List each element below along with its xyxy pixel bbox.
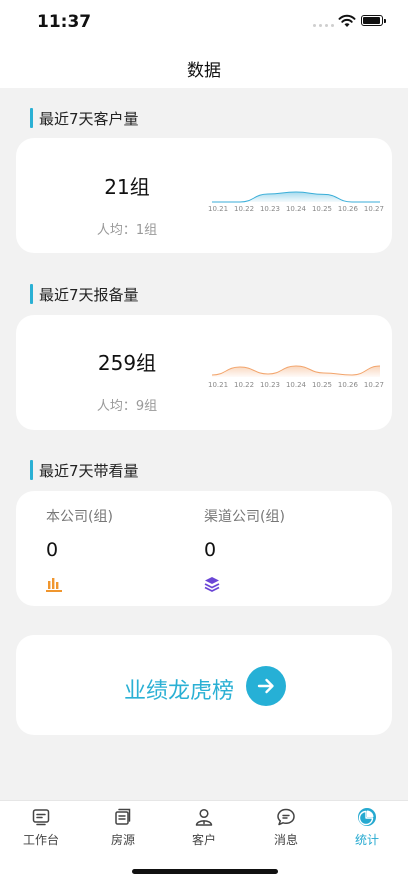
section-title-customers: 最近7天客户量 xyxy=(30,107,139,129)
battery-icon xyxy=(361,15,386,26)
reports-average: 人均：9组 xyxy=(96,399,158,414)
date-tick-label: 10.24 xyxy=(285,205,306,213)
section-accent-bar xyxy=(30,284,33,304)
cellular-signal-icon xyxy=(313,24,334,27)
reports-card[interactable]: 259组 人均：9组 10.21 10.22 10.23 10.24 10.25 10.2… xyxy=(16,315,392,430)
tab-label: 工作台 xyxy=(22,833,59,847)
tab-message[interactable]: 消息 xyxy=(245,807,327,848)
section-title-text: 最近7天带看量 xyxy=(39,461,139,480)
statistics-icon xyxy=(358,808,376,826)
customers-total: 21组 xyxy=(104,175,150,199)
customers-card[interactable]: 21组 人均：1组 10.21 10.22 10.23 10.24 10.25 10.26… xyxy=(16,138,392,253)
own-company-value: 0 xyxy=(46,539,59,561)
status-time: 11:37 xyxy=(37,12,92,32)
section-accent-bar xyxy=(30,460,33,480)
reports-date-axis: 10.21 10.22 10.23 10.24 10.25 10.26 10.27 xyxy=(208,381,384,389)
bar-chart-icon xyxy=(46,578,62,592)
date-tick-label: 10.26 xyxy=(337,205,358,213)
own-company-label: 本公司(组) xyxy=(46,509,113,525)
leaderboard-label: 业绩龙虎榜 xyxy=(124,679,235,704)
home-indicator xyxy=(132,869,278,874)
tab-label: 客户 xyxy=(191,833,216,847)
customers-sparkline: 10.21 10.22 10.23 10.24 10.25 10.26 10.27 xyxy=(208,178,384,248)
section-title-reports: 最近7天报备量 xyxy=(30,283,139,305)
workbench-icon xyxy=(32,809,50,826)
leaderboard-card[interactable]: 业绩龙虎榜 xyxy=(16,635,392,735)
reports-total: 259组 xyxy=(97,351,157,375)
section-accent-bar xyxy=(30,108,33,128)
date-tick-label: 10.25 xyxy=(311,205,332,213)
layers-icon xyxy=(204,577,220,592)
message-icon xyxy=(277,808,295,826)
tab-house-source[interactable]: 房源 xyxy=(82,807,164,848)
date-tick-label: 10.21 xyxy=(208,381,229,389)
tab-customer[interactable]: 客户 xyxy=(163,807,245,848)
date-tick-label: 10.25 xyxy=(311,381,332,389)
customer-icon xyxy=(195,808,213,826)
arrow-right-icon[interactable] xyxy=(246,666,286,706)
channel-company-value: 0 xyxy=(204,539,217,561)
wifi-icon xyxy=(338,14,356,27)
date-tick-label: 10.27 xyxy=(363,381,384,389)
status-bar: 11:37 xyxy=(0,0,408,44)
date-tick-label: 10.22 xyxy=(233,381,255,389)
house-source-icon xyxy=(115,808,131,825)
date-tick-label: 10.26 xyxy=(337,381,358,389)
channel-company-label: 渠道公司(组) xyxy=(204,509,285,525)
section-title-text: 最近7天报备量 xyxy=(39,285,139,304)
section-title-visits: 最近7天带看量 xyxy=(30,459,139,481)
customers-sparkline-area xyxy=(212,192,380,202)
section-title-text: 最近7天客户量 xyxy=(39,109,139,128)
date-tick-label: 10.27 xyxy=(363,205,384,213)
tab-label: 房源 xyxy=(110,833,135,847)
nav-bar: 数据 xyxy=(0,44,408,88)
visits-card[interactable]: 本公司(组) 0 渠道公司(组) 0 xyxy=(16,491,392,606)
date-tick-label: 10.23 xyxy=(259,205,281,213)
tab-label: 消息 xyxy=(273,833,298,847)
tab-workbench[interactable]: 工作台 xyxy=(0,807,82,848)
customers-date-axis: 10.21 10.22 10.23 10.24 10.25 10.26 10.27 xyxy=(208,205,384,213)
page-title: 数据 xyxy=(187,61,221,81)
reports-sparkline: 10.21 10.22 10.23 10.24 10.25 10.26 10.27 xyxy=(208,353,384,423)
customers-average: 人均：1组 xyxy=(96,223,158,238)
date-tick-label: 10.21 xyxy=(208,205,229,213)
date-tick-label: 10.24 xyxy=(285,381,306,389)
date-tick-label: 10.23 xyxy=(259,381,281,389)
tab-label: 统计 xyxy=(354,833,379,847)
date-tick-label: 10.22 xyxy=(233,205,255,213)
tab-statistics[interactable]: 统计 xyxy=(326,807,408,848)
